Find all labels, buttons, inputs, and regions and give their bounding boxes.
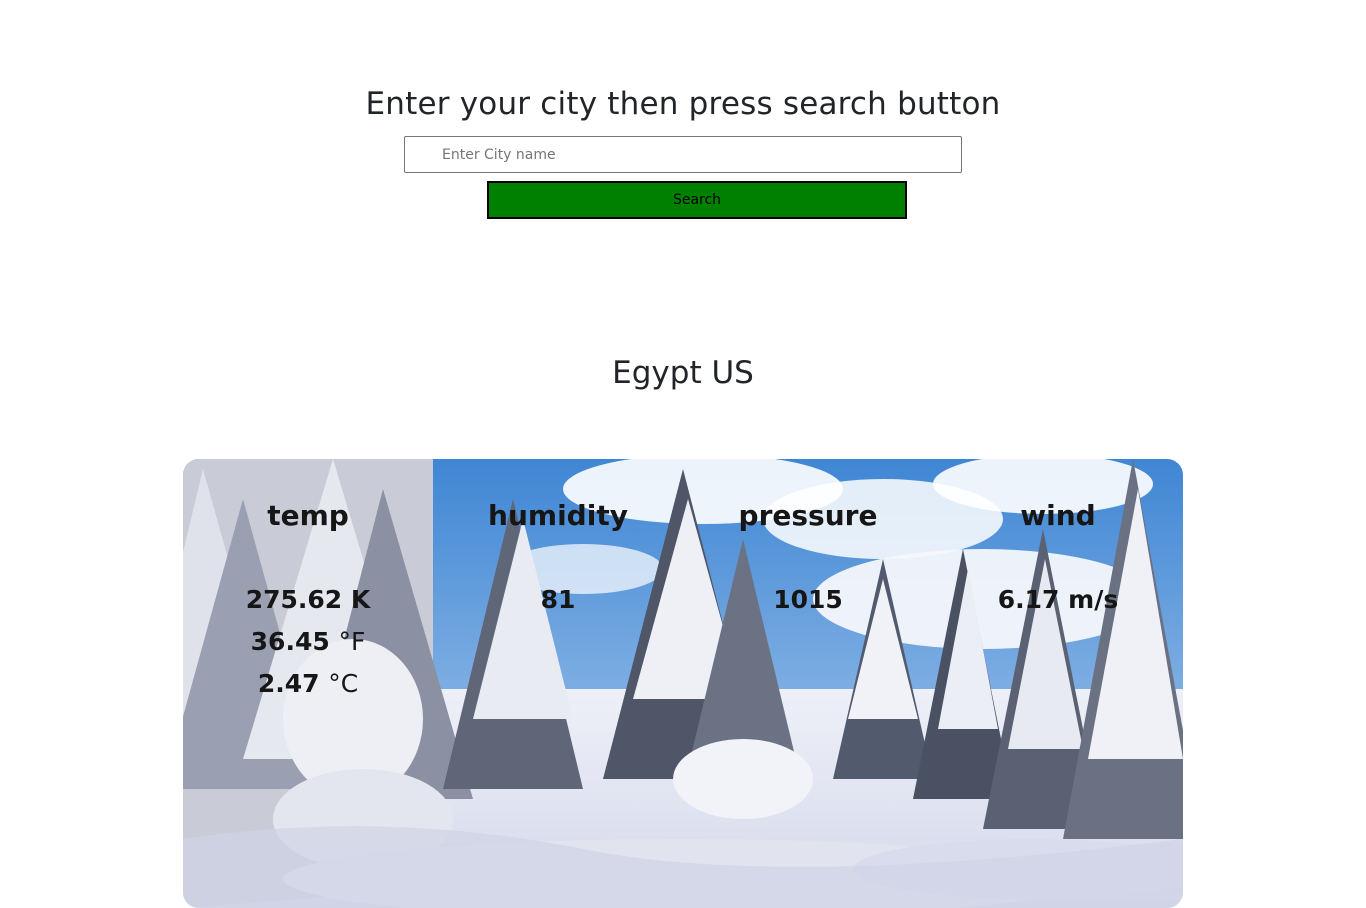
- wind-values: 6.17 m/s: [933, 579, 1183, 621]
- city-search-input[interactable]: [404, 136, 962, 173]
- pressure-values: 1015: [683, 579, 933, 621]
- weather-stats: temp 275.62 K 36.45 °F 2.47 °C humidity …: [183, 459, 1183, 908]
- humidity-title: humidity: [488, 499, 628, 532]
- pressure-column: pressure 1015: [683, 459, 933, 908]
- temp-values: 275.62 K 36.45 °F 2.47 °C: [183, 579, 433, 705]
- weather-card: temp 275.62 K 36.45 °F 2.47 °C humidity …: [183, 459, 1183, 908]
- pressure-title: pressure: [738, 499, 878, 532]
- temp-fahrenheit-unit: °F: [338, 627, 366, 656]
- temp-fahrenheit: 36.45 °F: [183, 621, 433, 663]
- temp-kelvin-unit: K: [350, 585, 371, 614]
- wind-title: wind: [1020, 499, 1096, 532]
- temp-kelvin: 275.62 K: [183, 579, 433, 621]
- search-heading: Enter your city then press search button: [365, 86, 1001, 122]
- pressure-value: 1015: [773, 585, 843, 614]
- wind-column: wind 6.17 m/s: [933, 459, 1183, 908]
- temp-title: temp: [267, 499, 349, 532]
- humidity-value: 81: [540, 585, 576, 614]
- temp-column: temp 275.62 K 36.45 °F 2.47 °C: [183, 459, 433, 908]
- temp-celsius-unit: °C: [328, 669, 359, 698]
- location-title: Egypt US: [612, 355, 754, 391]
- humidity-column: humidity 81: [433, 459, 683, 908]
- temp-kelvin-value: 275.62: [245, 585, 343, 614]
- temp-fahrenheit-value: 36.45: [250, 627, 330, 656]
- weather-app: Enter your city then press search button…: [0, 0, 1366, 908]
- temp-celsius-value: 2.47: [257, 669, 320, 698]
- wind-value: 6.17 m/s: [997, 585, 1119, 614]
- search-button[interactable]: Search: [487, 181, 907, 219]
- temp-celsius: 2.47 °C: [183, 663, 433, 705]
- humidity-values: 81: [433, 579, 683, 621]
